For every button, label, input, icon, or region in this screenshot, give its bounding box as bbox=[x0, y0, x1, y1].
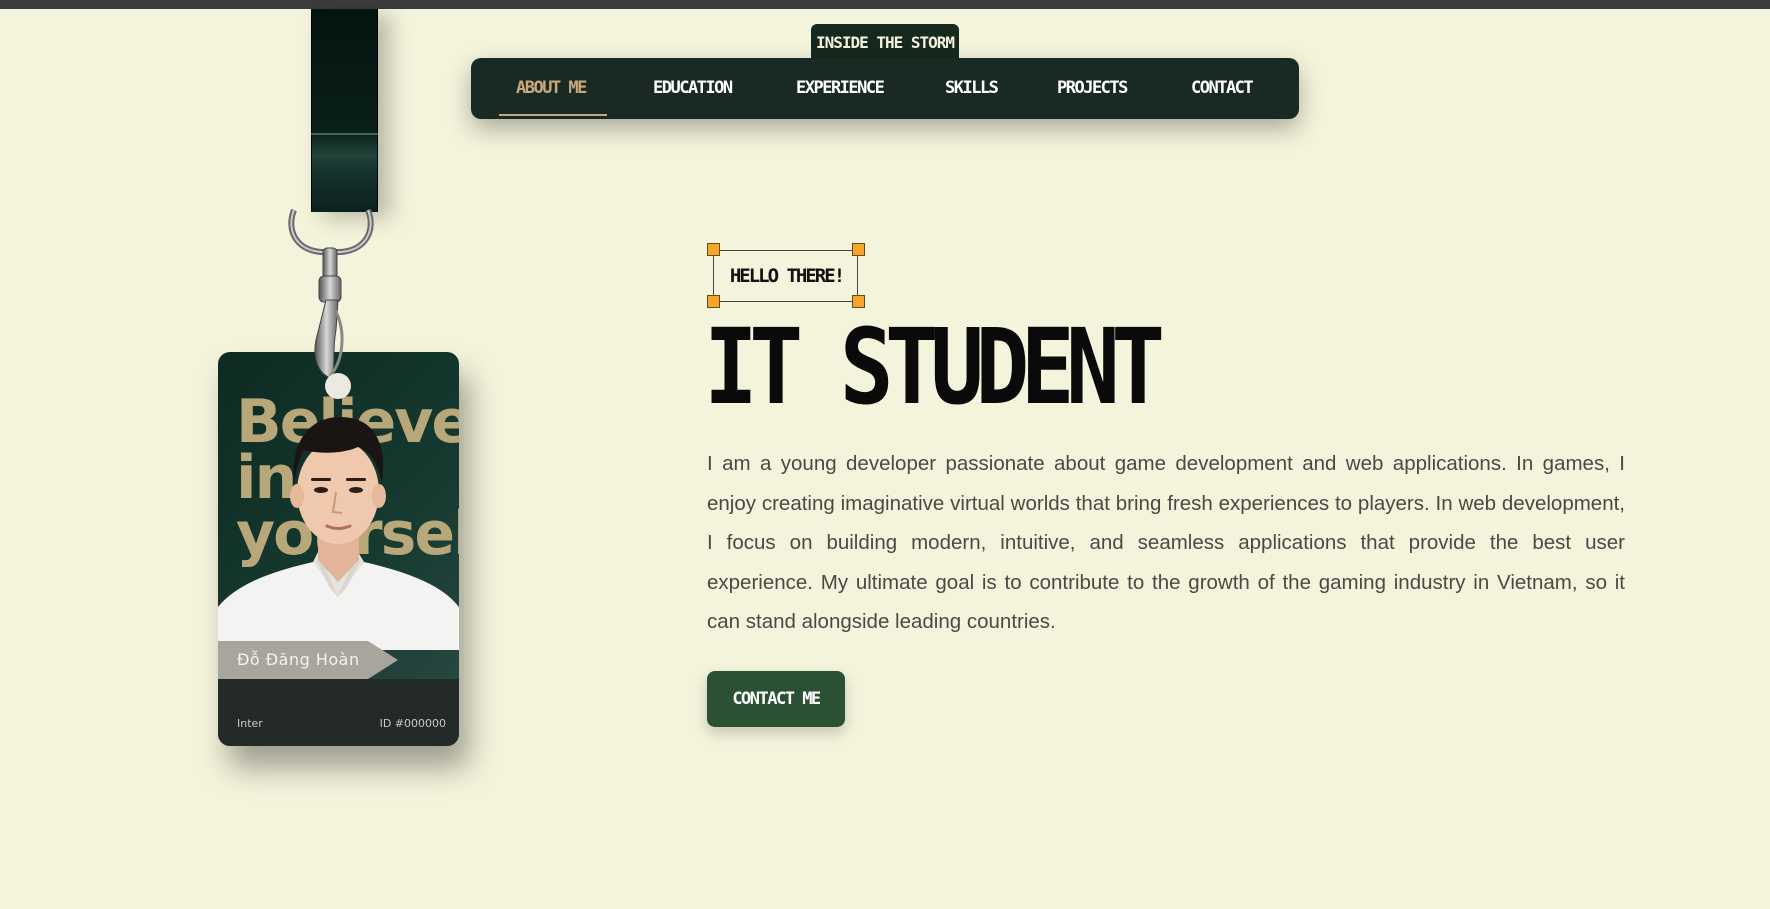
lanyard-strap bbox=[311, 9, 378, 212]
browser-top-bar bbox=[0, 0, 1770, 9]
contact-me-button[interactable]: CONTACT ME bbox=[707, 671, 845, 727]
nav-active-underline bbox=[499, 114, 607, 116]
id-card[interactable]: Believe in yourself Đỗ Đăng Hoàn Inter I… bbox=[218, 352, 459, 746]
card-footer-band bbox=[218, 679, 459, 746]
hero-description: I am a young developer passionate about … bbox=[707, 452, 1625, 633]
nav-item-projects[interactable]: PROJECTS bbox=[1057, 58, 1128, 119]
hero-title: IT STUDENT bbox=[704, 306, 1165, 428]
nav-item-contact[interactable]: CONTACT bbox=[1191, 58, 1254, 119]
site-brand-tab[interactable]: INSIDE THE STORM bbox=[811, 24, 959, 60]
nav-item-education[interactable]: EDUCATION bbox=[653, 58, 733, 119]
selection-handle-top-right[interactable] bbox=[852, 243, 865, 256]
nav-item-skills[interactable]: SKILLS bbox=[945, 58, 999, 119]
nav-item-about-me[interactable]: ABOUT ME bbox=[516, 58, 587, 119]
card-footer-label: Inter bbox=[237, 717, 263, 730]
hello-tag: HELLO THERE! bbox=[729, 265, 845, 287]
selection-handle-top-left[interactable] bbox=[707, 243, 720, 256]
card-punch-hole bbox=[325, 373, 351, 399]
profile-photo bbox=[218, 417, 459, 650]
card-name-tag: Đỗ Đăng Hoàn bbox=[218, 641, 398, 679]
main-nav: ABOUT ME EDUCATION EXPERIENCE SKILLS PRO… bbox=[471, 58, 1299, 119]
hello-tag-frame[interactable]: HELLO THERE! bbox=[713, 250, 858, 302]
card-id-number: ID #000000 bbox=[379, 717, 446, 730]
lanyard-clip-icon bbox=[288, 208, 374, 379]
nav-item-experience[interactable]: EXPERIENCE bbox=[796, 58, 885, 119]
lanyard-stitch bbox=[311, 133, 378, 135]
